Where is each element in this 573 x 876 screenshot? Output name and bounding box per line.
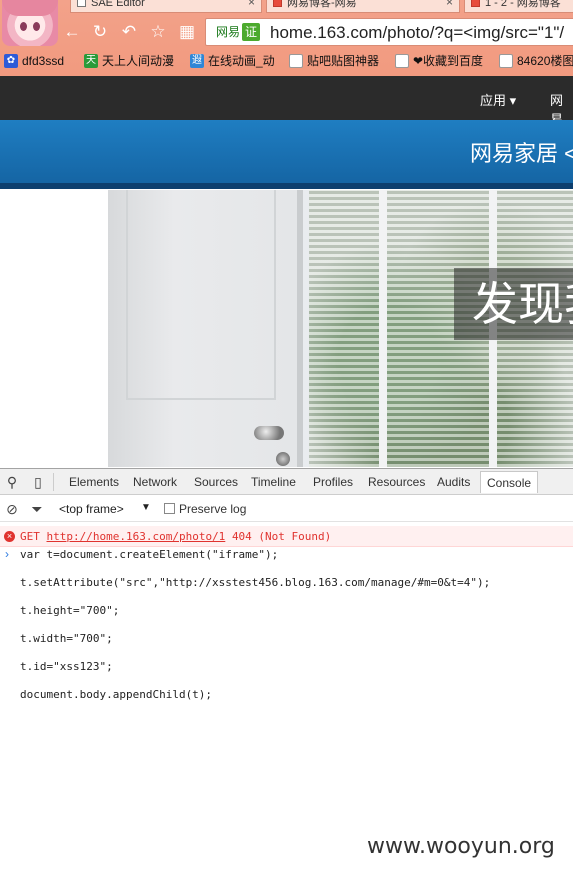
tab-console[interactable]: Console bbox=[480, 471, 539, 493]
paw-icon: ✿ bbox=[4, 54, 18, 68]
page-icon bbox=[289, 54, 303, 68]
context-selector[interactable]: <top frame> bbox=[59, 502, 124, 516]
error-icon: × bbox=[4, 531, 15, 542]
tab-title: SAE Editor bbox=[91, 0, 145, 9]
hero-caption: 发现我 bbox=[454, 268, 573, 340]
bookmark-baidu[interactable]: ❤收藏到百度 bbox=[395, 53, 483, 69]
tab-profiles[interactable]: Profiles bbox=[313, 475, 353, 489]
console-input-line[interactable]: var t=document.createElement("iframe"); bbox=[20, 548, 278, 561]
tab-sae-editor[interactable]: SAE Editor × bbox=[70, 0, 262, 13]
tab-sources[interactable]: Sources bbox=[194, 475, 238, 489]
apps-button[interactable]: ▦ bbox=[177, 22, 197, 42]
bookmark-label: dfd3ssd bbox=[22, 54, 65, 68]
chevron-down-icon[interactable]: ▼ bbox=[141, 502, 151, 513]
window-frame bbox=[379, 190, 387, 467]
console-input-line[interactable]: t.id="xss123"; bbox=[20, 660, 113, 673]
tab-network[interactable]: Network bbox=[133, 475, 177, 489]
hero-image: 发现我 bbox=[108, 190, 573, 467]
bookmark-label: 84620楼图 bbox=[517, 54, 573, 68]
divider bbox=[53, 473, 54, 491]
reload-button[interactable]: ↻ bbox=[90, 22, 110, 42]
tab-elements[interactable]: Elements bbox=[69, 475, 119, 489]
console-toolbar: ⊘ ⏷ <top frame> ▼ Preserve log bbox=[0, 496, 573, 522]
bookmarks-bar: ✿ dfd3ssd 天 天上人间动漫 遐 在线动画_动 贴吧贴图神器 ❤收藏到百… bbox=[0, 50, 573, 72]
door-knob bbox=[254, 426, 284, 440]
star-button[interactable]: ☆ bbox=[148, 22, 168, 42]
devtools-panel: ⚲ ▯ Elements Network Sources Timeline Pr… bbox=[0, 468, 573, 876]
tab-timeline[interactable]: Timeline bbox=[251, 475, 296, 489]
page-icon bbox=[77, 0, 86, 7]
console-input-line[interactable]: t.width="700"; bbox=[20, 632, 113, 645]
undo-button[interactable]: ↶ bbox=[119, 22, 139, 42]
door-lock bbox=[276, 452, 290, 466]
tab-title: 1 - 2 - 网易博客 bbox=[485, 0, 561, 9]
topnav-apps-label: 应用 bbox=[480, 93, 507, 108]
tab-title: 网易博客-网易 bbox=[287, 0, 357, 9]
tab-resources[interactable]: Resources bbox=[368, 475, 425, 489]
door-panel bbox=[126, 190, 276, 400]
bookmark-zaixian[interactable]: 遐 在线动画_动 bbox=[190, 53, 275, 69]
tian-icon: 天 bbox=[84, 54, 98, 68]
brand-title[interactable]: 网易家居 < bbox=[470, 136, 573, 168]
device-mode-icon[interactable]: ▯ bbox=[30, 474, 46, 490]
tab-netease-blog-2[interactable]: 1 - 2 - 网易博客 bbox=[464, 0, 573, 13]
preserve-log-checkbox[interactable] bbox=[164, 503, 175, 514]
console-input-line[interactable]: t.height="700"; bbox=[20, 604, 119, 617]
certificate-icon[interactable]: 证 bbox=[242, 23, 260, 41]
devtools-tabbar: ⚲ ▯ Elements Network Sources Timeline Pr… bbox=[0, 469, 573, 495]
tab-netease-blog[interactable]: 网易博客-网易 × bbox=[266, 0, 460, 13]
watermark: www.wooyun.org bbox=[367, 834, 555, 859]
bookmark-tieba[interactable]: 贴吧贴图神器 bbox=[289, 53, 379, 69]
back-button[interactable]: ← bbox=[62, 22, 82, 42]
bookmark-label: 在线动画_动 bbox=[208, 54, 275, 68]
avatar-eye bbox=[33, 22, 40, 31]
avatar-eye bbox=[20, 22, 27, 31]
tab-audits[interactable]: Audits bbox=[437, 475, 470, 489]
page-icon bbox=[395, 54, 409, 68]
page-icon bbox=[499, 54, 513, 68]
bookmark-84620[interactable]: 84620楼图 bbox=[499, 53, 573, 69]
topnav-apps[interactable]: 应用 ▾ bbox=[480, 90, 516, 109]
bookmark-label: ❤收藏到百度 bbox=[413, 54, 484, 68]
bookmark-label: 天上人间动漫 bbox=[102, 54, 175, 68]
netease-icon bbox=[471, 0, 480, 7]
site-badge: 网易 bbox=[216, 25, 241, 39]
address-bar[interactable]: 网易 证 home.163.com/photo/?q=<img/src="1"/ bbox=[205, 18, 573, 46]
bookmark-tianshang[interactable]: 天 天上人间动漫 bbox=[84, 53, 174, 69]
avatar-hair bbox=[2, 0, 58, 16]
banner-strip bbox=[0, 183, 573, 189]
close-icon[interactable]: × bbox=[446, 0, 453, 8]
close-icon[interactable]: × bbox=[248, 0, 255, 8]
search-icon[interactable]: ⚲ bbox=[4, 474, 20, 490]
preserve-log-label: Preserve log bbox=[179, 502, 247, 516]
site-icon: 遐 bbox=[190, 54, 204, 68]
error-url-link[interactable]: http://home.163.com/photo/1 bbox=[47, 530, 226, 543]
profile-avatar[interactable] bbox=[2, 0, 58, 46]
browser-chrome: SAE Editor × 网易博客-网易 × 1 - 2 - 网易博客 ← ↻ … bbox=[0, 0, 573, 76]
netease-icon bbox=[273, 0, 282, 7]
clear-console-icon[interactable]: ⊘ bbox=[4, 501, 20, 517]
error-message: GET http://home.163.com/photo/1 404 (Not… bbox=[20, 530, 331, 543]
site-topbar: 应用 ▾ 网易 bbox=[0, 76, 573, 127]
console-error-row: × GET http://home.163.com/photo/1 404 (N… bbox=[0, 526, 573, 547]
error-method: GET bbox=[20, 530, 40, 543]
console-input-line[interactable]: t.setAttribute("src","http://xsstest456.… bbox=[20, 576, 490, 589]
error-status: 404 (Not Found) bbox=[231, 530, 332, 543]
site-banner: 网易家居 < bbox=[0, 120, 573, 189]
bookmark-dfd3ssd[interactable]: ✿ dfd3ssd bbox=[4, 53, 64, 69]
door-image bbox=[108, 190, 303, 467]
filter-icon[interactable]: ⏷ bbox=[29, 501, 45, 517]
chevron-down-icon: ▾ bbox=[509, 93, 517, 108]
console-prompt-icon: › bbox=[5, 547, 9, 561]
console-input-line[interactable]: document.body.appendChild(t); bbox=[20, 688, 212, 701]
url-text[interactable]: home.163.com/photo/?q=<img/src="1"/ bbox=[270, 22, 564, 44]
bookmark-label: 贴吧贴图神器 bbox=[307, 54, 380, 68]
